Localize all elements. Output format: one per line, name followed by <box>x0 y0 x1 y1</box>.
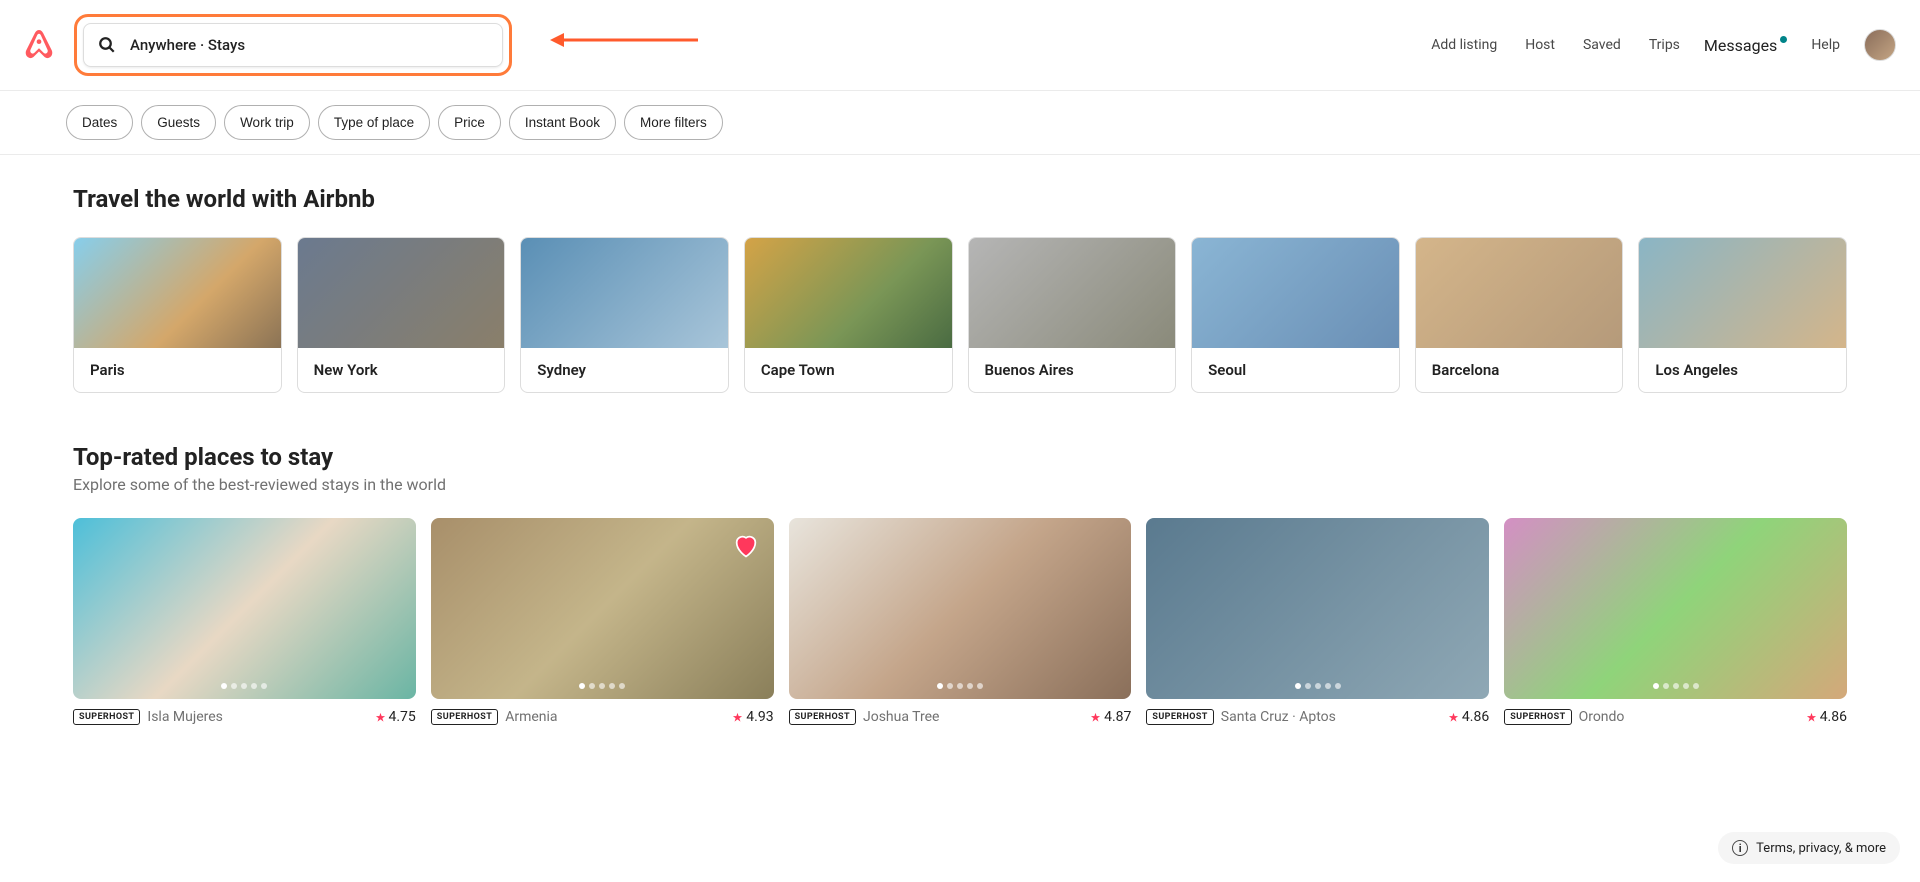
superhost-badge: SUPERHOST <box>789 709 856 725</box>
airbnb-logo[interactable] <box>24 29 54 61</box>
search-icon <box>98 36 116 54</box>
city-card-cape-town[interactable]: Cape Town <box>744 237 953 393</box>
listing-image <box>1504 518 1847 699</box>
city-card-paris[interactable]: Paris <box>73 237 282 393</box>
city-name: New York <box>298 348 505 392</box>
filter-guests[interactable]: Guests <box>141 105 216 140</box>
nav-saved[interactable]: Saved <box>1579 33 1625 57</box>
superhost-badge: SUPERHOST <box>1146 709 1213 725</box>
listing-location: Santa Cruz · Aptos <box>1221 709 1336 725</box>
carousel-dots <box>1295 683 1341 689</box>
terms-label: Terms, privacy, & more <box>1756 841 1886 856</box>
listing-rating-value: 4.93 <box>746 709 773 725</box>
city-name: Los Angeles <box>1639 348 1846 392</box>
info-icon: i <box>1732 840 1748 856</box>
city-name: Barcelona <box>1416 348 1623 392</box>
listing-rating-value: 4.75 <box>389 709 416 725</box>
filter-price[interactable]: Price <box>438 105 501 140</box>
city-card-buenos-aires[interactable]: Buenos Aires <box>968 237 1177 393</box>
star-icon <box>1090 712 1101 723</box>
favorite-button[interactable] <box>732 532 760 560</box>
terms-privacy-button[interactable]: i Terms, privacy, & more <box>1718 832 1900 864</box>
star-icon <box>1806 712 1817 723</box>
listing-rating-value: 4.86 <box>1462 709 1489 725</box>
city-card-barcelona[interactable]: Barcelona <box>1415 237 1624 393</box>
search-highlight-annotation: Anywhere · Stays <box>74 14 512 76</box>
city-image <box>745 238 952 348</box>
carousel-dots <box>221 683 267 689</box>
listing-image <box>1146 518 1489 699</box>
search-bar[interactable]: Anywhere · Stays <box>83 23 503 67</box>
filter-more-filters[interactable]: More filters <box>624 105 723 140</box>
listing-location: Orondo <box>1579 709 1625 725</box>
superhost-badge: SUPERHOST <box>73 709 140 725</box>
listing-image <box>431 518 774 699</box>
star-icon <box>375 712 386 723</box>
filter-work-trip[interactable]: Work trip <box>224 105 310 140</box>
city-name: Seoul <box>1192 348 1399 392</box>
filters-bar: Dates Guests Work trip Type of place Pri… <box>0 91 1920 155</box>
nav-host[interactable]: Host <box>1521 33 1559 57</box>
nav-trips[interactable]: Trips <box>1645 33 1684 57</box>
city-card-sydney[interactable]: Sydney <box>520 237 729 393</box>
city-name: Sydney <box>521 348 728 392</box>
nav-messages[interactable]: Messages <box>1704 36 1787 55</box>
cities-section-title: Travel the world with Airbnb <box>73 185 1847 213</box>
star-icon <box>732 712 743 723</box>
listing-location: Joshua Tree <box>863 709 939 725</box>
listings-section-title: Top-rated places to stay <box>73 443 1847 471</box>
listing-location: Isla Mujeres <box>147 709 223 725</box>
filter-type-of-place[interactable]: Type of place <box>318 105 430 140</box>
city-name: Paris <box>74 348 281 392</box>
search-text: Anywhere · Stays <box>130 36 245 54</box>
city-image <box>1416 238 1623 348</box>
listing-rating-value: 4.87 <box>1104 709 1131 725</box>
listing-card[interactable]: SUPERHOST Armenia 4.93 <box>431 518 774 725</box>
city-card-new-york[interactable]: New York <box>297 237 506 393</box>
carousel-dots <box>579 683 625 689</box>
filter-dates[interactable]: Dates <box>66 105 133 140</box>
city-image <box>74 238 281 348</box>
star-icon <box>1448 712 1459 723</box>
filter-instant-book[interactable]: Instant Book <box>509 105 616 140</box>
listing-card[interactable]: SUPERHOST Orondo 4.86 <box>1504 518 1847 725</box>
city-image <box>969 238 1176 348</box>
city-image <box>1639 238 1846 348</box>
city-image <box>1192 238 1399 348</box>
city-name: Buenos Aires <box>969 348 1176 392</box>
city-image <box>298 238 505 348</box>
listing-image <box>789 518 1132 699</box>
nav-add-listing[interactable]: Add listing <box>1427 33 1501 57</box>
listing-card[interactable]: SUPERHOST Santa Cruz · Aptos 4.86 <box>1146 518 1489 725</box>
carousel-dots <box>1653 683 1699 689</box>
listing-rating-value: 4.86 <box>1820 709 1847 725</box>
listing-card[interactable]: SUPERHOST Isla Mujeres 4.75 <box>73 518 416 725</box>
city-card-los-angeles[interactable]: Los Angeles <box>1638 237 1847 393</box>
listings-section-subtitle: Explore some of the best-reviewed stays … <box>73 475 1847 494</box>
listing-image <box>73 518 416 699</box>
nav-messages-label: Messages <box>1704 36 1777 55</box>
notification-dot-icon <box>1780 36 1787 43</box>
city-name: Cape Town <box>745 348 952 392</box>
listing-card[interactable]: SUPERHOST Joshua Tree 4.87 <box>789 518 1132 725</box>
carousel-dots <box>937 683 983 689</box>
superhost-badge: SUPERHOST <box>1504 709 1571 725</box>
user-avatar[interactable] <box>1864 29 1896 61</box>
superhost-badge: SUPERHOST <box>431 709 498 725</box>
city-card-seoul[interactable]: Seoul <box>1191 237 1400 393</box>
city-image <box>521 238 728 348</box>
arrow-annotation <box>550 30 700 50</box>
listing-location: Armenia <box>505 709 557 725</box>
nav-help[interactable]: Help <box>1807 33 1844 57</box>
